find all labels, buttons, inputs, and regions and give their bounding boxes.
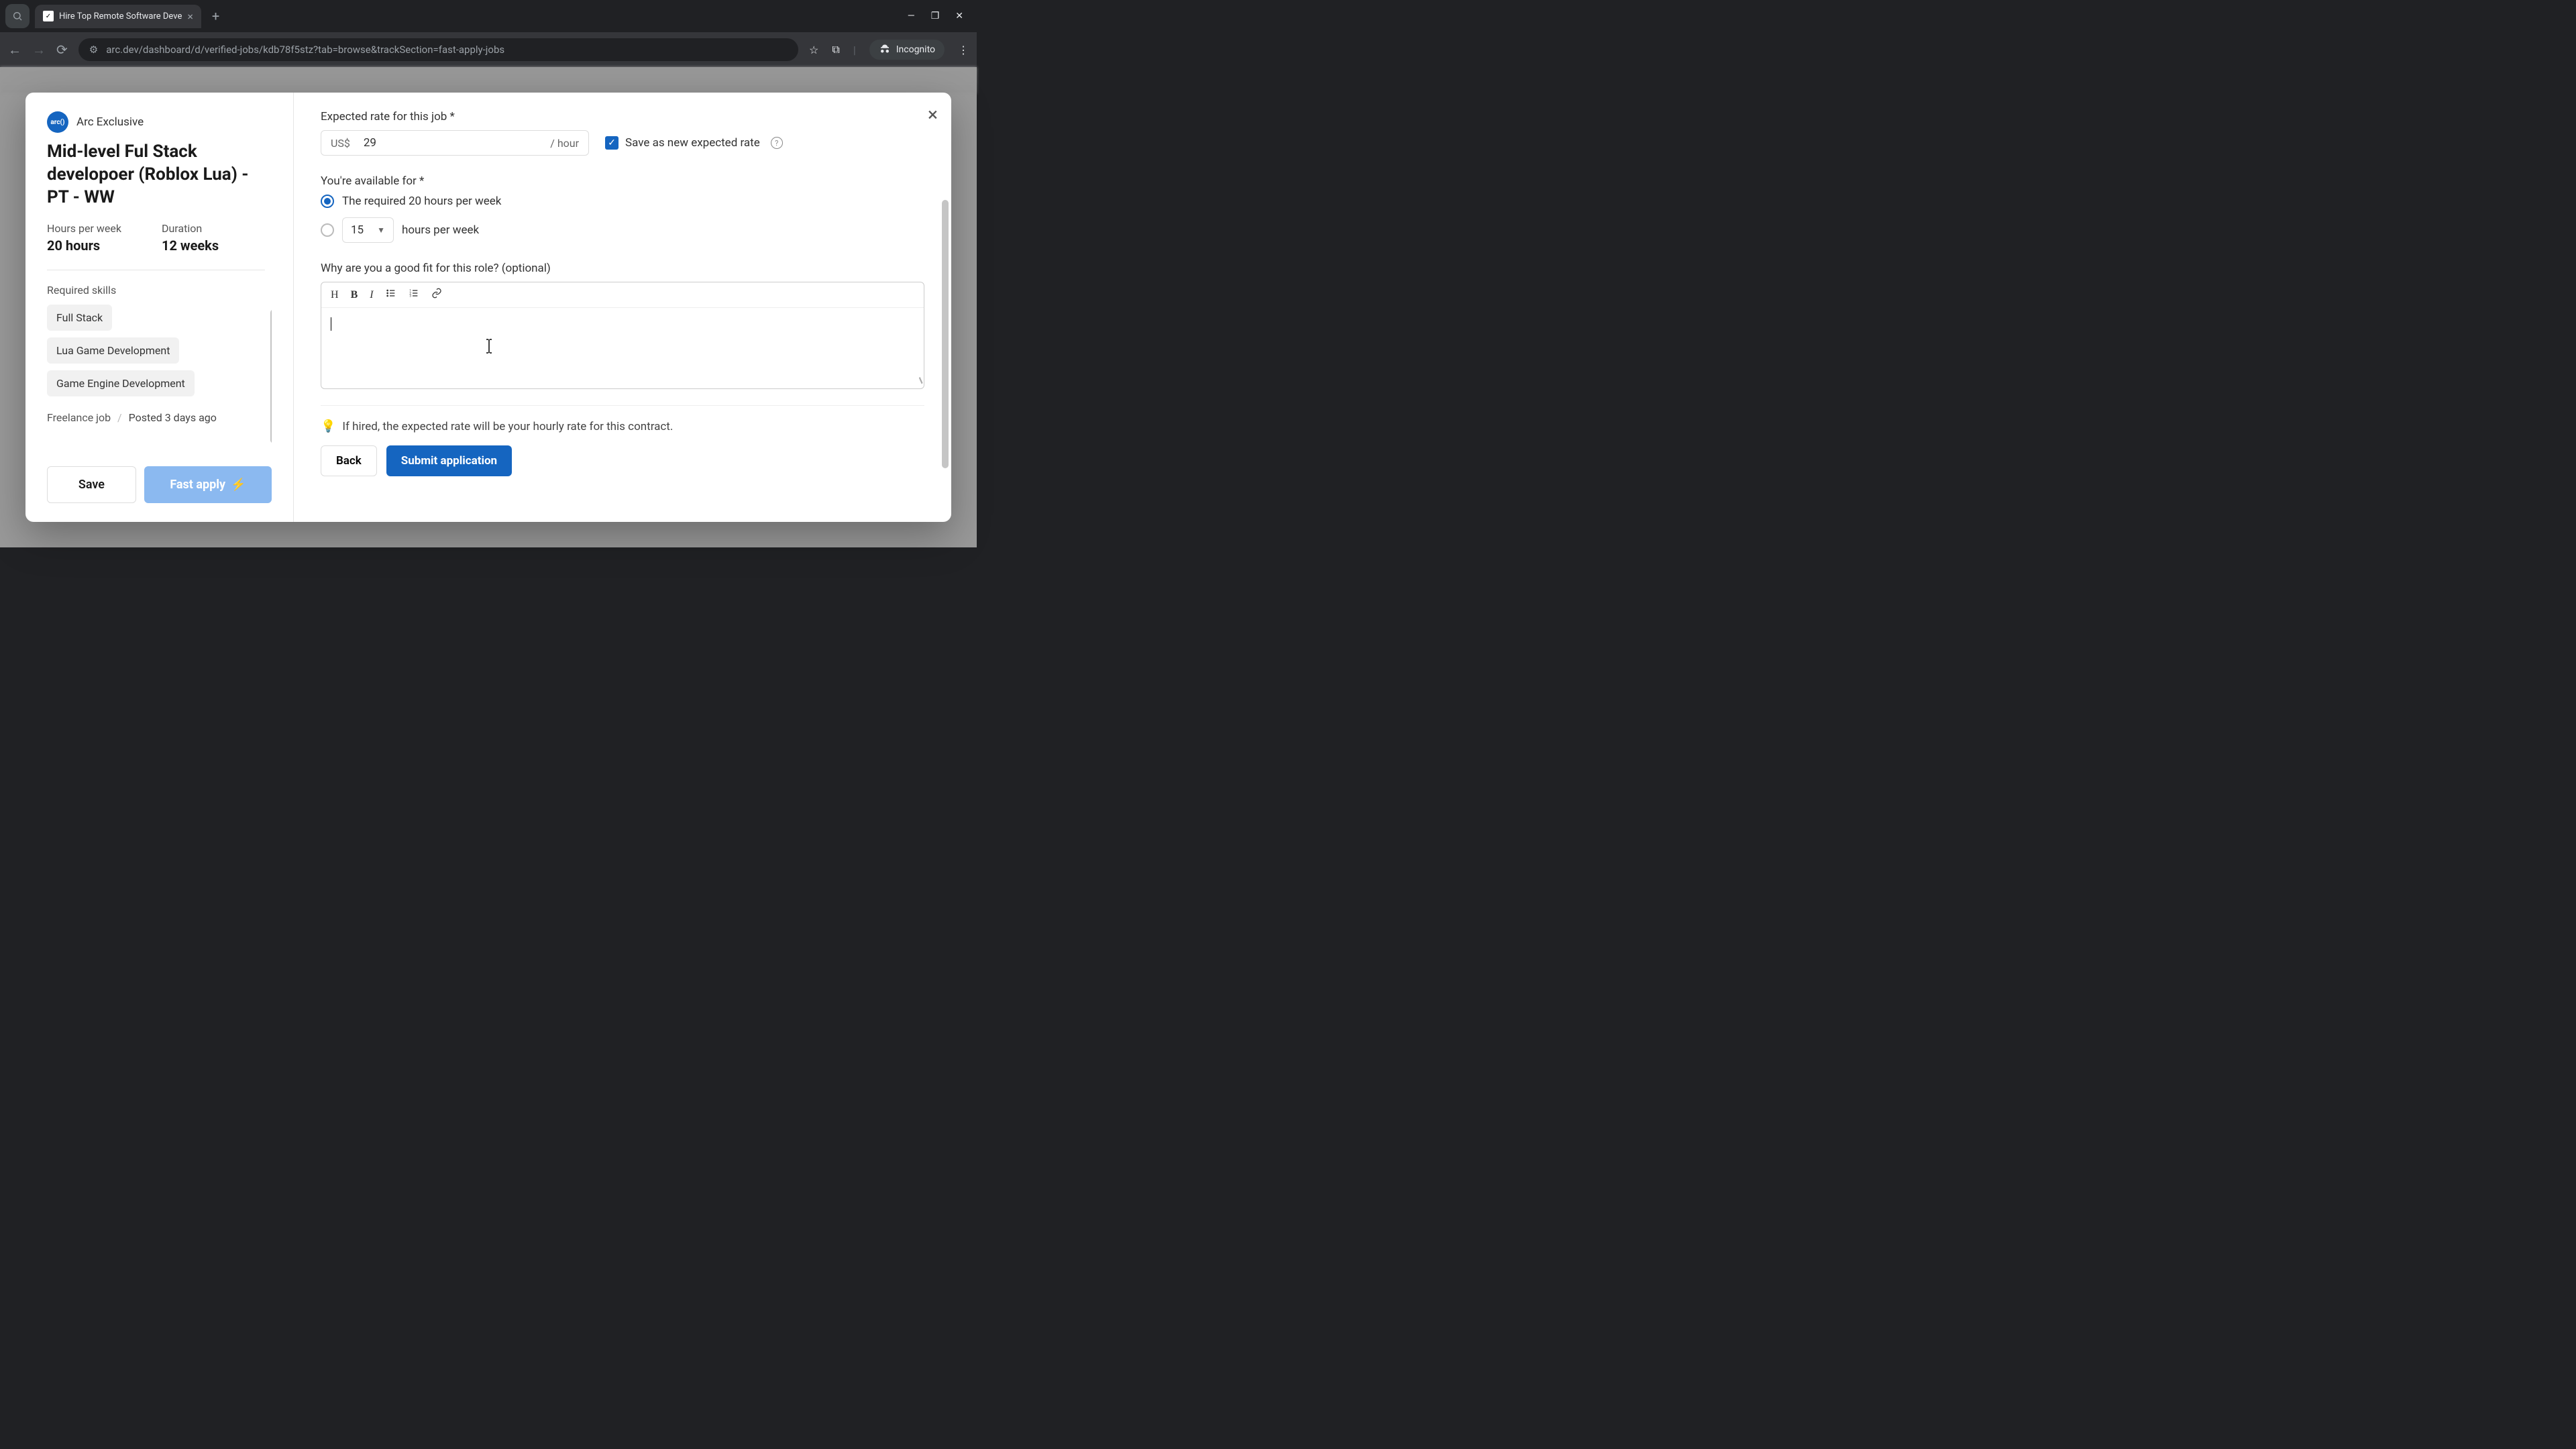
form-scrollbar[interactable] bbox=[942, 200, 949, 468]
duration-value: 12 weeks bbox=[162, 237, 219, 254]
modal-close-icon[interactable]: × bbox=[928, 103, 938, 125]
lightning-icon: ⚡ bbox=[231, 478, 246, 492]
radio-required-label: The required 20 hours per week bbox=[342, 195, 501, 208]
new-tab-button[interactable]: + bbox=[207, 8, 225, 24]
availability-label: You're available for * bbox=[321, 174, 924, 188]
svg-text:3: 3 bbox=[409, 294, 411, 298]
fit-textarea[interactable]: /// bbox=[321, 308, 924, 388]
job-title: Mid-level Ful Stack developoer (Roblox L… bbox=[47, 141, 272, 209]
resize-handle-icon[interactable]: /// bbox=[916, 377, 924, 385]
editor-numbered-list-icon[interactable]: 123 bbox=[409, 288, 419, 302]
browser-menu-icon[interactable]: ⋮ bbox=[958, 44, 969, 56]
skill-chip: Full Stack bbox=[47, 305, 112, 331]
help-icon[interactable]: ? bbox=[771, 137, 783, 149]
rate-value: 29 bbox=[364, 136, 550, 150]
submit-application-button[interactable]: Submit application bbox=[386, 445, 512, 476]
hours-label: Hours per week bbox=[47, 222, 121, 235]
editor-bold-icon[interactable]: B bbox=[351, 289, 358, 301]
modal-overlay: × arc() Arc Exclusive Mid-level Ful Stac… bbox=[0, 67, 977, 547]
editor-italic-icon[interactable]: I bbox=[370, 289, 373, 301]
url-text: arc.dev/dashboard/d/verified-jobs/kdb78f… bbox=[106, 44, 504, 56]
text-cursor-icon bbox=[482, 338, 496, 358]
save-button[interactable]: Save bbox=[47, 466, 136, 503]
rate-input[interactable]: US$ 29 / hour bbox=[321, 130, 589, 156]
browser-toolbar: ← → ⟳ ⚙ arc.dev/dashboard/d/verified-job… bbox=[0, 32, 977, 67]
lightbulb-icon: 💡 bbox=[321, 419, 335, 433]
job-summary-sidebar: arc() Arc Exclusive Mid-level Ful Stack … bbox=[25, 93, 294, 522]
skills-label: Required skills bbox=[47, 284, 265, 297]
posted-time: Posted 3 days ago bbox=[129, 411, 217, 424]
window-maximize-icon[interactable]: ❐ bbox=[931, 11, 940, 21]
nav-back-icon[interactable]: ← bbox=[8, 42, 21, 58]
fast-apply-button[interactable]: Fast apply ⚡ bbox=[144, 466, 272, 503]
chevron-down-icon: ▼ bbox=[377, 225, 385, 235]
browser-tab-strip: ✓ Hire Top Remote Software Deve × + — ❐ … bbox=[0, 0, 977, 32]
window-close-icon[interactable]: ✕ bbox=[955, 11, 963, 21]
nav-reload-icon[interactable]: ⟳ bbox=[56, 42, 68, 58]
tab-search-button[interactable] bbox=[5, 4, 30, 28]
window-minimize-icon[interactable]: — bbox=[908, 11, 915, 21]
company-name: Arc Exclusive bbox=[76, 115, 144, 129]
job-type: Freelance job bbox=[47, 411, 111, 424]
nav-forward-icon: → bbox=[32, 42, 46, 58]
fit-editor: H B I 123 bbox=[321, 282, 924, 389]
hint-text: If hired, the expected rate will be your… bbox=[342, 420, 673, 433]
fit-label: Why are you a good fit for this role? (o… bbox=[321, 262, 924, 275]
url-bar[interactable]: ⚙ arc.dev/dashboard/d/verified-jobs/kdb7… bbox=[78, 38, 798, 61]
bookmark-star-icon[interactable]: ☆ bbox=[809, 44, 818, 56]
site-settings-icon[interactable]: ⚙ bbox=[89, 44, 98, 56]
radio-custom-hours[interactable] bbox=[321, 223, 334, 237]
application-modal: × arc() Arc Exclusive Mid-level Ful Stac… bbox=[25, 93, 951, 522]
company-logo: arc() bbox=[47, 111, 68, 133]
tab-favicon: ✓ bbox=[43, 11, 54, 21]
editor-heading-icon[interactable]: H bbox=[331, 289, 339, 301]
editor-bullet-list-icon[interactable] bbox=[386, 288, 396, 302]
sidebar-scrollbar[interactable] bbox=[270, 309, 272, 443]
skill-chip: Lua Game Development bbox=[47, 337, 179, 364]
scroll-up-icon[interactable]: ▲ bbox=[270, 222, 272, 229]
tab-close-icon[interactable]: × bbox=[187, 10, 193, 23]
extensions-icon[interactable]: ⧉ bbox=[832, 43, 839, 56]
duration-label: Duration bbox=[162, 222, 219, 235]
rate-currency: US$ bbox=[331, 137, 350, 150]
application-form: Expected rate for this job * US$ 29 / ho… bbox=[294, 93, 951, 522]
custom-hours-dropdown[interactable]: 15 ▼ bbox=[342, 217, 394, 243]
incognito-badge[interactable]: Incognito bbox=[869, 40, 945, 60]
rate-suffix: / hour bbox=[550, 137, 579, 150]
editor-link-icon[interactable] bbox=[431, 288, 442, 302]
custom-hours-suffix: hours per week bbox=[402, 223, 479, 237]
rate-label: Expected rate for this job * bbox=[321, 110, 924, 123]
radio-required-hours[interactable] bbox=[321, 195, 334, 208]
browser-tab[interactable]: ✓ Hire Top Remote Software Deve × bbox=[35, 5, 201, 28]
skill-chip: Game Engine Development bbox=[47, 370, 195, 396]
scroll-down-icon[interactable]: ▼ bbox=[270, 445, 272, 453]
back-button[interactable]: Back bbox=[321, 445, 377, 476]
hours-value: 20 hours bbox=[47, 237, 121, 254]
tab-title: Hire Top Remote Software Deve bbox=[59, 11, 182, 21]
save-rate-checkbox[interactable]: ✓ bbox=[605, 136, 619, 150]
save-rate-label: Save as new expected rate bbox=[625, 136, 760, 150]
